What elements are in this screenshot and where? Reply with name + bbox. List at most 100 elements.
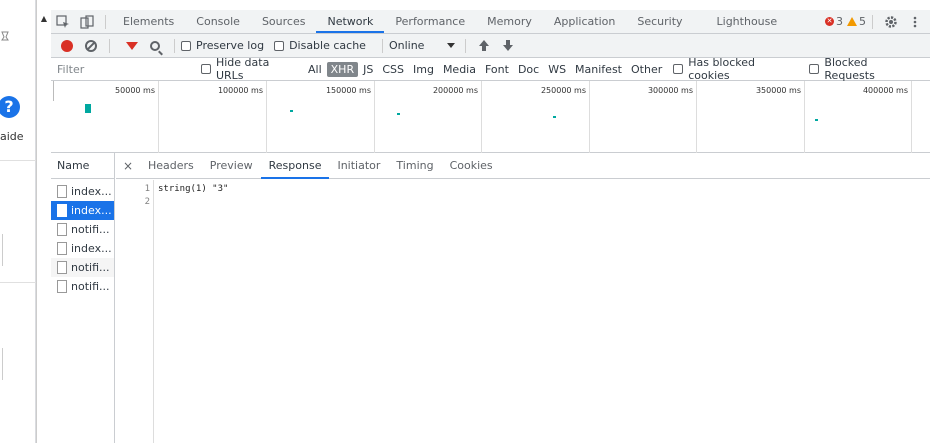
tab-performance[interactable]: Performance [384,10,476,33]
type-filter-ws[interactable]: WS [544,62,570,77]
type-filter-font[interactable]: Font [481,62,513,77]
tab-security[interactable]: Security [626,10,693,33]
warning-count: 5 [859,15,866,28]
throttling-select[interactable]: Online [389,39,459,52]
page-sliver: ? aide [0,0,36,443]
request-name: index... [71,242,112,255]
type-filter-xhr[interactable]: XHR [326,61,359,77]
request-row[interactable]: index... [51,201,114,220]
disable-cache-label: Disable cache [289,39,366,52]
tab-console[interactable]: Console [185,10,251,33]
type-filter-js[interactable]: JS [359,62,377,77]
type-filter-all[interactable]: All [304,62,326,77]
request-bar [553,116,556,118]
type-filter-media[interactable]: Media [439,62,480,77]
checkbox-box[interactable] [201,64,211,74]
hide-data-urls-label: Hide data URLs [215,56,270,82]
hide-data-urls-checkbox[interactable]: Hide data URLs [201,56,300,82]
checkbox-box[interactable] [181,40,191,51]
filter-icon[interactable] [126,41,138,50]
response-body[interactable]: string(1) "3" [158,180,228,208]
request-row[interactable]: notifi... [51,220,114,239]
blocked-requests-checkbox[interactable]: Blocked Requests [809,56,921,82]
tab-network[interactable]: Network [316,10,385,33]
request-row[interactable]: notifi... [51,258,114,277]
checkbox-box[interactable] [809,64,820,74]
tab-initiator[interactable]: Initiator [329,153,388,179]
tab-cookies[interactable]: Cookies [442,153,501,179]
help-icon[interactable]: ? [0,96,20,118]
warning-icon [847,17,857,26]
file-icon [57,204,67,217]
has-blocked-cookies-checkbox[interactable]: Has blocked cookies [673,56,799,82]
type-filter-manifest[interactable]: Manifest [571,62,626,77]
file-icon [57,261,67,274]
tick-label: 350000 ms [755,86,801,95]
name-column-header[interactable]: Name [51,153,114,179]
tab-elements[interactable]: Elements [112,10,185,33]
tick-label: 150000 ms [325,86,371,95]
settings-gear-icon[interactable] [879,11,903,33]
main-tabbar: Elements Console Sources Network Perform… [51,10,930,34]
tab-headers[interactable]: Headers [140,153,202,179]
error-count-badge[interactable]: ✕ 3 [825,15,843,28]
tick-label: 250000 ms [540,86,586,95]
tab-preview[interactable]: Preview [202,153,261,179]
type-filter-other[interactable]: Other [627,62,666,77]
scroll-up-icon[interactable]: ▲ [37,10,51,28]
close-icon[interactable]: × [116,159,140,173]
tab-timing[interactable]: Timing [388,153,441,179]
checkbox-box[interactable] [274,40,285,51]
export-har-icon[interactable] [502,39,514,52]
timeline-tick: 300000 ms [590,81,697,153]
timeline-tick: 250000 ms [482,81,590,153]
request-row[interactable]: index... [51,239,114,258]
clear-icon[interactable] [85,39,97,52]
type-filter-img[interactable]: Img [409,62,438,77]
page-box [0,348,3,380]
chevron-down-icon [446,43,455,48]
tab-response[interactable]: Response [260,153,330,179]
import-har-icon[interactable] [478,39,490,52]
pin-icon [0,30,10,44]
tab-lighthouse[interactable]: Lighthouse [706,10,789,33]
request-name: notifi... [71,280,110,293]
request-bar [85,104,91,113]
filter-input[interactable] [51,59,201,79]
network-overview-timeline[interactable]: 50000 ms 100000 ms 150000 ms 200000 ms 2… [51,81,930,153]
tab-application[interactable]: Application [543,10,626,33]
divider [0,282,36,283]
type-filter-css[interactable]: CSS [378,62,408,77]
blocked-requests-label: Blocked Requests [824,56,875,82]
tick-label: 300000 ms [647,86,693,95]
request-detail-pane: × Headers Preview Response Initiator Tim… [116,153,930,443]
checkbox-box[interactable] [673,64,684,74]
separator [464,38,466,53]
warning-count-badge[interactable]: 5 [847,15,866,28]
request-row[interactable]: index... [51,182,114,201]
preserve-log-label: Preserve log [196,39,265,52]
file-icon [57,280,67,293]
aside-text: aide [0,130,24,143]
inspect-element-icon[interactable] [51,11,75,33]
timeline-tick: 150000 ms [267,81,375,153]
tab-memory[interactable]: Memory [476,10,543,33]
network-bottom-pane: Name index... index... notifi... index..… [51,153,930,443]
request-row[interactable]: notifi... [51,277,114,296]
response-viewer[interactable]: 1 2 string(1) "3" [116,180,930,443]
type-filter-doc[interactable]: Doc [514,62,543,77]
search-icon[interactable] [150,40,160,51]
file-icon [57,185,67,198]
code-line: string(1) "3" [158,184,229,194]
timeline-tick: 200000 ms [375,81,482,153]
timeline-tick: 350000 ms [697,81,805,153]
disable-cache-checkbox[interactable]: Disable cache [274,39,366,52]
separator [109,38,110,53]
more-options-icon[interactable] [903,11,927,33]
device-toolbar-icon[interactable] [75,11,99,33]
divider [0,160,36,161]
tab-sources[interactable]: Sources [251,10,317,33]
line-number: 1 [144,184,150,194]
preserve-log-checkbox[interactable]: Preserve log [181,39,264,52]
record-button[interactable] [61,39,73,52]
